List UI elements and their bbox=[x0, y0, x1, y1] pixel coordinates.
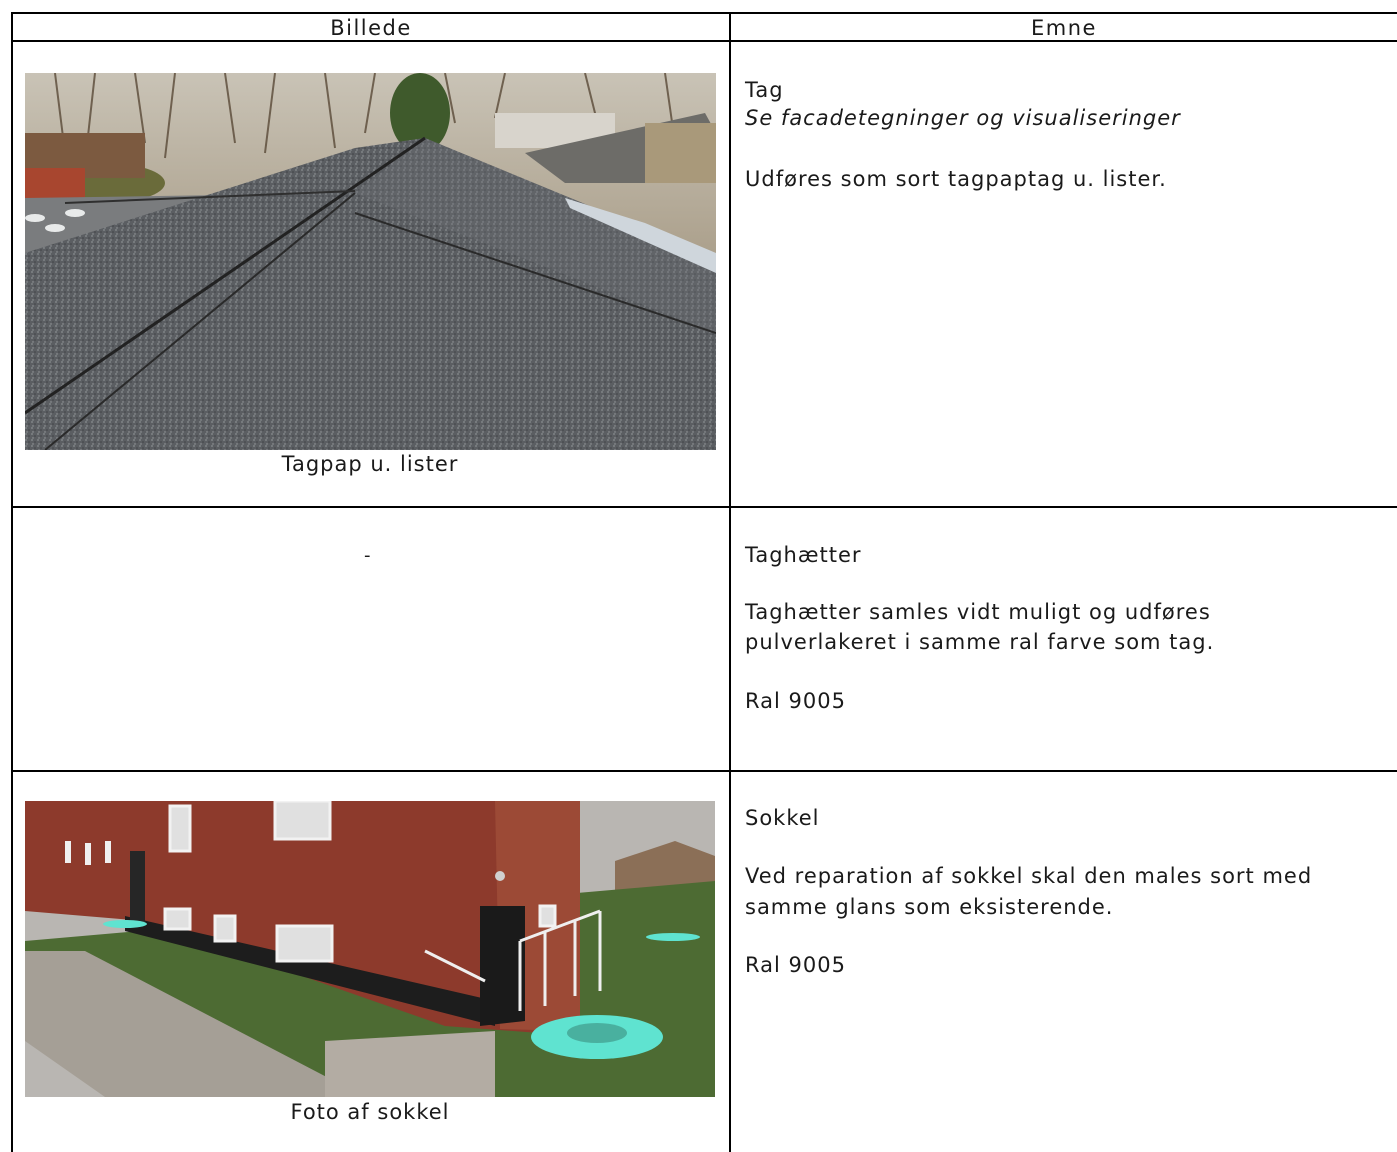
base-ral: Ral 9005 bbox=[745, 953, 846, 977]
roof-caps-description-line-2: pulverlakeret i samme ral farve som tag. bbox=[745, 630, 1215, 654]
header-divider bbox=[11, 40, 1397, 42]
roof-photo-caption: Tagpap u. lister bbox=[281, 452, 459, 476]
base-photo-caption: Foto af sokkel bbox=[290, 1100, 450, 1124]
column-divider bbox=[729, 12, 731, 1152]
row-divider-2 bbox=[11, 770, 1397, 772]
roof-description: Udføres som sort tagpaptag u. lister. bbox=[745, 167, 1167, 191]
roof-subtitle: Se facadetegninger og visualiseringer bbox=[745, 106, 1181, 130]
base-title: Sokkel bbox=[745, 806, 820, 830]
roof-caps-title: Taghætter bbox=[745, 543, 862, 567]
roof-photo bbox=[25, 73, 716, 450]
roof-title: Tag bbox=[745, 78, 784, 102]
roof-caps-description-line-1: Taghætter samles vidt muligt og udføres bbox=[745, 600, 1211, 624]
header-subject: Emne bbox=[1031, 16, 1097, 40]
header-image: Billede bbox=[330, 16, 412, 40]
base-description-line-1: Ved reparation af sokkel skal den males … bbox=[745, 864, 1313, 888]
base-description-line-2: samme glans som eksisterende. bbox=[745, 895, 1114, 919]
roof-caps-ral: Ral 9005 bbox=[745, 689, 846, 713]
base-photo bbox=[25, 801, 715, 1097]
row-divider-1 bbox=[11, 506, 1397, 508]
no-image-placeholder: - bbox=[364, 545, 371, 566]
